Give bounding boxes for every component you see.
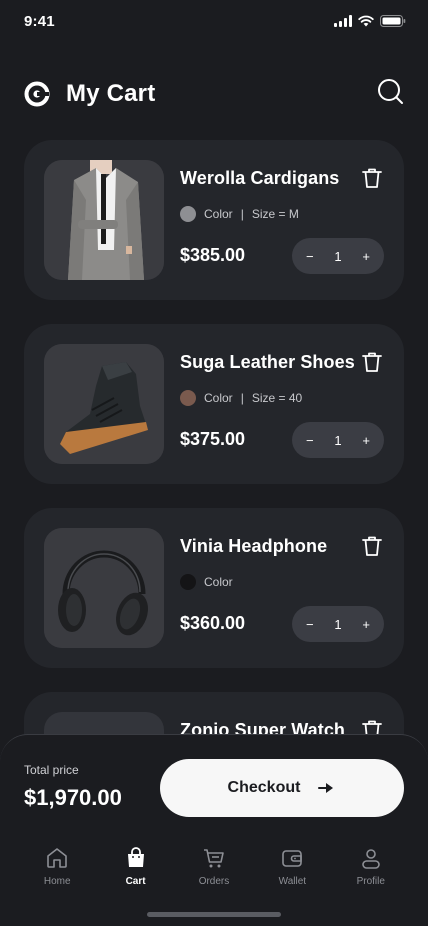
quantity-stepper: − 1 +: [292, 238, 384, 274]
quantity-value: 1: [334, 432, 342, 448]
product-meta: Color | Size = M: [180, 206, 299, 222]
product-image-cardigan: [44, 160, 164, 280]
bottom-navigation: Home Cart Orders Wallet Profile: [0, 846, 428, 896]
size-label: Size = 40: [251, 391, 303, 405]
home-indicator[interactable]: [147, 912, 281, 917]
quantity-value: 1: [334, 616, 342, 632]
meta-separator: |: [240, 391, 244, 405]
product-meta: Color: [180, 574, 233, 590]
checkout-label: Checkout: [227, 779, 301, 796]
quantity-stepper: − 1 +: [292, 606, 384, 642]
signal-icon: [334, 15, 352, 27]
shopping-bag-icon: [127, 847, 144, 867]
product-image-headphone: [44, 528, 164, 648]
wallet-icon: [282, 850, 303, 867]
size-label: Size = M: [251, 207, 299, 221]
color-label: Color: [204, 575, 233, 589]
color-swatch: [180, 206, 196, 222]
orders-cart-icon: [203, 849, 224, 868]
tab-home[interactable]: Home: [27, 846, 87, 896]
decrease-button[interactable]: −: [306, 617, 314, 632]
home-icon: [47, 848, 67, 868]
decrease-button[interactable]: −: [306, 433, 314, 448]
tab-label: Profile: [356, 876, 385, 887]
trash-icon[interactable]: [360, 166, 384, 190]
arrow-right-icon: [318, 783, 334, 793]
product-price: $360.00: [180, 613, 246, 633]
color-label: Color: [204, 391, 233, 405]
color-label: Color: [204, 207, 233, 221]
product-name: Vinia Headphone: [180, 536, 328, 556]
product-price: $385.00: [180, 245, 246, 265]
wifi-icon: [358, 15, 374, 27]
tab-orders[interactable]: Orders: [184, 846, 244, 896]
product-meta: Color | Size = 40: [180, 390, 302, 406]
status-bar: 9:41: [0, 0, 428, 44]
search-icon[interactable]: [376, 77, 404, 105]
tab-label: Home: [43, 876, 71, 887]
increase-button[interactable]: +: [362, 617, 370, 632]
increase-button[interactable]: +: [362, 249, 370, 264]
profile-icon: [361, 849, 380, 869]
product-name: Suga Leather Shoes: [180, 352, 355, 372]
product-price: $375.00: [180, 429, 246, 449]
quantity-value: 1: [334, 248, 342, 264]
checkout-button[interactable]: Checkout: [160, 759, 404, 817]
tab-profile[interactable]: Profile: [341, 846, 401, 896]
total-price-label: Total price: [24, 763, 79, 777]
color-swatch: [180, 390, 196, 406]
tab-wallet[interactable]: Wallet: [262, 846, 322, 896]
tab-cart[interactable]: Cart: [106, 846, 166, 896]
tab-label: Cart: [125, 876, 146, 887]
tab-label: Orders: [198, 876, 230, 887]
meta-separator: |: [240, 207, 244, 221]
page-title: My Cart: [66, 80, 156, 107]
cart-item[interactable]: Werolla Cardigans Color | Size = M $385.…: [24, 140, 404, 300]
cart-item[interactable]: Suga Leather Shoes Color | Size = 40 $37…: [24, 324, 404, 484]
color-swatch: [180, 574, 196, 590]
trash-icon[interactable]: [360, 534, 384, 558]
trash-icon[interactable]: [360, 350, 384, 374]
product-name: Werolla Cardigans: [180, 168, 340, 188]
logo-icon: [24, 81, 50, 107]
cart-item[interactable]: Vinia Headphone Color $360.00 − 1 +: [24, 508, 404, 668]
header: My Cart: [24, 74, 404, 114]
battery-icon: [380, 15, 406, 27]
increase-button[interactable]: +: [362, 433, 370, 448]
product-image-shoes: [44, 344, 164, 464]
decrease-button[interactable]: −: [306, 249, 314, 264]
checkout-panel: Total price $1,970.00 Checkout: [0, 734, 428, 926]
total-price-value: $1,970.00: [24, 785, 122, 810]
quantity-stepper: − 1 +: [292, 422, 384, 458]
status-icons: [334, 15, 406, 27]
status-time: 9:41: [24, 13, 55, 30]
tab-label: Wallet: [278, 876, 307, 887]
